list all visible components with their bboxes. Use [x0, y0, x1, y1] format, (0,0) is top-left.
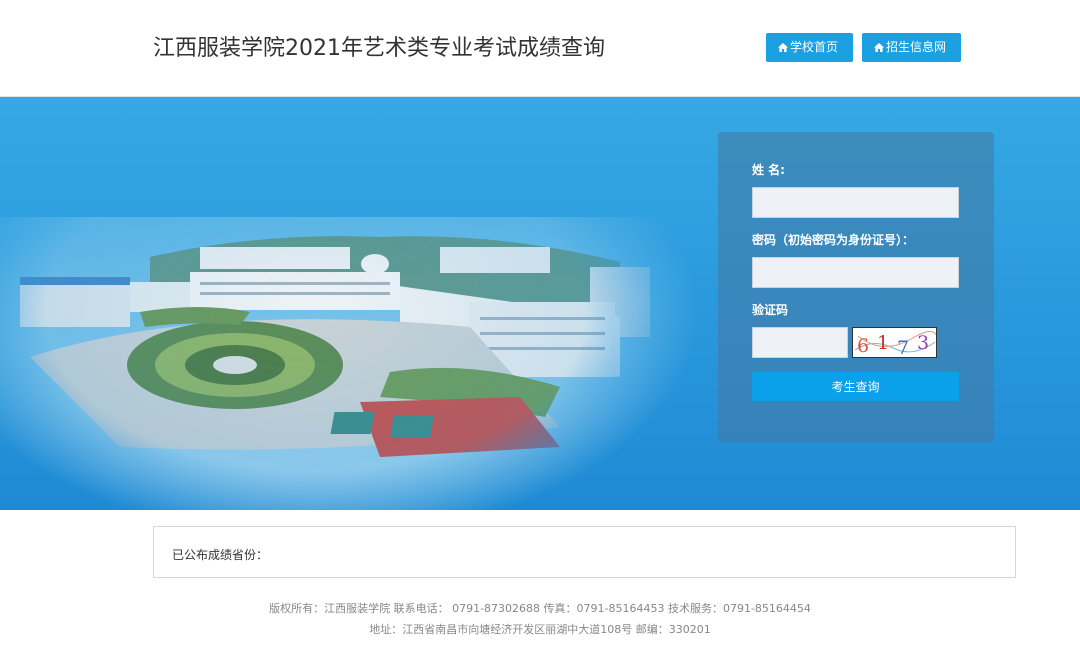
- captcha-char-4: 3: [917, 332, 929, 354]
- captcha-char-1: 6: [857, 335, 869, 357]
- admissions-site-button[interactable]: 招生信息网: [862, 33, 961, 62]
- captcha-char-2: 1: [877, 332, 889, 354]
- captcha-label: 验证码: [752, 303, 789, 317]
- query-submit-button[interactable]: 考生查询: [752, 372, 959, 401]
- password-label: 密码（初始密码为身份证号）：: [752, 233, 915, 247]
- admissions-site-label: 招生信息网: [886, 40, 947, 54]
- home-icon: [778, 43, 788, 52]
- campus-aerial-photo: [0, 217, 700, 510]
- name-label: 姓 名:: [752, 163, 785, 177]
- site-header: 江西服装学院2021年艺术类专业考试成绩查询 学校首页 招生信息网: [0, 0, 1080, 97]
- footer-address: 地址：江西省南昌市向塘经济开发区丽湖中大道108号 邮编：330201: [369, 623, 711, 636]
- notice-text: 已公布成绩省份：: [172, 548, 269, 562]
- name-input[interactable]: [752, 187, 959, 218]
- footer-copyright: 版权所有：江西服装学院 联系电话： 0791-87302688 传真：0791-…: [269, 602, 811, 615]
- school-home-button[interactable]: 学校首页: [766, 33, 853, 62]
- school-home-label: 学校首页: [790, 40, 839, 54]
- password-input[interactable]: [752, 257, 959, 288]
- captcha-image[interactable]: 6 1 7 3: [852, 327, 937, 358]
- home-icon: [874, 43, 884, 52]
- published-provinces-notice: 已公布成绩省份：: [153, 526, 1016, 578]
- captcha-char-3: 7: [897, 337, 909, 358]
- page-title: 江西服装学院2021年艺术类专业考试成绩查询: [153, 36, 605, 61]
- score-query-form: 姓 名: 密码（初始密码为身份证号）： 验证码 6 1 7 3 考生查询: [718, 132, 994, 442]
- captcha-input[interactable]: [752, 327, 848, 358]
